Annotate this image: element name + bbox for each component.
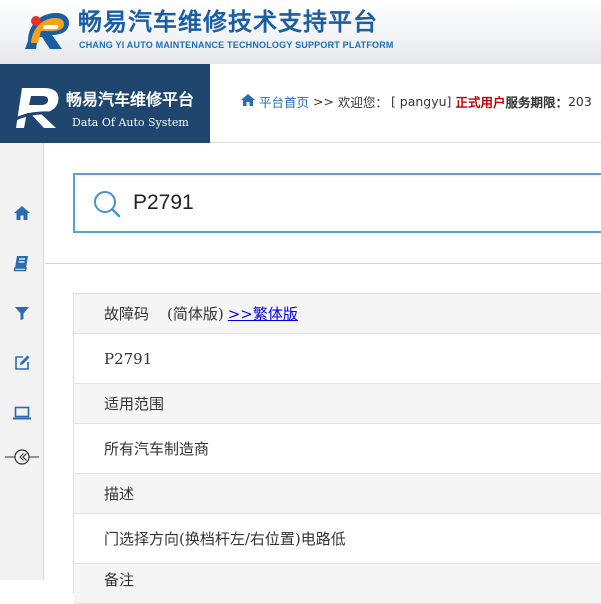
filter-icon (15, 307, 29, 320)
home-icon (14, 206, 30, 220)
brand-r-logo (13, 88, 63, 128)
top-info-bar: 平台首页 >> 欢迎您：[ pangyu] 正式用户服务期限：203 (210, 64, 601, 143)
service-term-value: 203 (567, 94, 592, 109)
code-heading-row: 故障码 (简体版) >>繁体版 (74, 294, 601, 334)
service-term-label: 服务期限： (505, 95, 568, 110)
sidebar-manual[interactable] (11, 253, 33, 273)
book-icon (13, 256, 28, 272)
desc-heading: 描述 (104, 485, 135, 503)
code-value: P2791 (104, 349, 153, 368)
brand-title: 畅易汽车维修平台 (66, 90, 195, 109)
search-icon[interactable] (92, 189, 122, 219)
notes-heading-row: 备注 (74, 564, 601, 604)
edit-icon (15, 355, 30, 370)
code-heading: 故障码 (104, 305, 150, 323)
left-sidebar (0, 143, 44, 580)
user-type-badge: 正式用户 (455, 95, 506, 110)
scope-heading: 适用范围 (104, 395, 165, 413)
sidebar-device[interactable] (11, 403, 33, 423)
breadcrumb: 平台首页 >> 欢迎您：[ pangyu] 正式用户服务期限：203 (240, 92, 592, 111)
username: [ pangyu] (390, 94, 452, 109)
traditional-version-link[interactable]: >>繁体版 (228, 303, 298, 324)
result-content: 故障码 (简体版) >>繁体版 P2791 适用范围 所有汽车制造商 描述 门选… (45, 265, 601, 604)
scope-value: 所有汽车制造商 (104, 440, 210, 458)
banner-subtitle: CHANG YI AUTO MAINTENANCE TECHNOLOGY SUP… (79, 40, 394, 50)
sidebar-edit[interactable] (11, 353, 33, 373)
search-area (45, 143, 601, 264)
sidebar-filter[interactable] (11, 303, 33, 323)
simplified-label: (简体版) (167, 305, 224, 323)
desc-value-row: 门选择方向(换档杆左/右位置)电路低 (74, 514, 601, 564)
desc-value: 门选择方向(换档杆左/右位置)电路低 (104, 530, 346, 548)
welcome-label: 欢迎您： (337, 95, 388, 110)
desc-heading-row: 描述 (74, 474, 601, 514)
home-icon (241, 94, 255, 106)
banner-title: 畅易汽车维修技术支持平台 (78, 8, 378, 36)
breadcrumb-separator: >> (309, 94, 338, 109)
sidebar-collapse[interactable] (5, 447, 39, 467)
code-value-row: P2791 (74, 334, 601, 384)
laptop-icon (13, 406, 31, 420)
result-panel: 故障码 (简体版) >>繁体版 P2791 适用范围 所有汽车制造商 描述 门选… (73, 293, 601, 604)
sidebar-home[interactable] (11, 203, 33, 223)
platform-logo (25, 13, 69, 49)
brand-box[interactable]: 畅易汽车维修平台 Data Of Auto System (0, 64, 210, 143)
search-input[interactable] (133, 188, 583, 218)
collapse-icon (5, 449, 39, 465)
scope-value-row: 所有汽车制造商 (74, 424, 601, 474)
brand-subtitle: Data Of Auto System (72, 116, 189, 129)
home-link-label: 平台首页 (259, 95, 310, 110)
top-banner: 畅易汽车维修技术支持平台 CHANG YI AUTO MAINTENANCE T… (0, 0, 601, 64)
scope-heading-row: 适用范围 (74, 384, 601, 424)
search-box[interactable] (73, 173, 601, 233)
home-link[interactable]: 平台首页 (240, 92, 309, 111)
